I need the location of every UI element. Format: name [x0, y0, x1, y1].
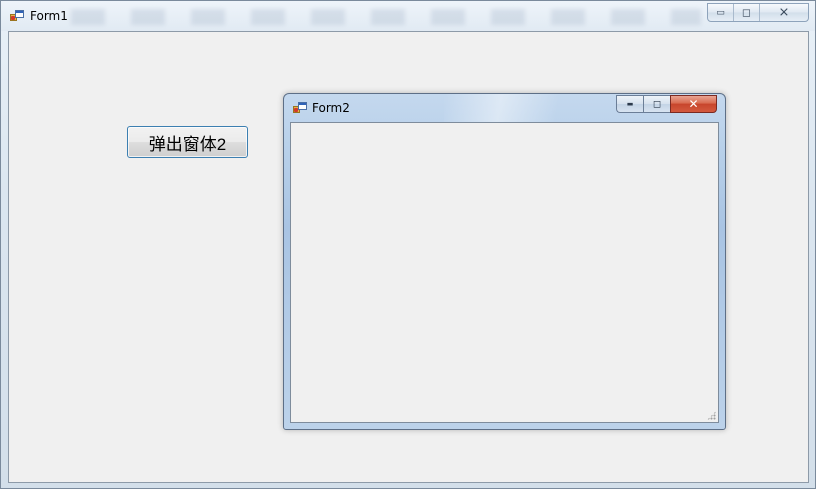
- form1-close-button[interactable]: ⨯: [760, 4, 808, 21]
- form1-minimize-button[interactable]: ▭: [708, 4, 734, 21]
- form1-window: Form1 ▭ ◻ ⨯ 弹出窗体2 Form2 ▬ ◻ ✕: [0, 0, 816, 489]
- form1-caption-buttons: ▭ ◻ ⨯: [707, 3, 809, 22]
- minimize-icon: ▭: [716, 7, 725, 18]
- restore-icon: ◻: [652, 98, 662, 110]
- open-form2-button[interactable]: 弹出窗体2: [127, 126, 248, 158]
- form2-close-button[interactable]: ✕: [670, 95, 717, 113]
- form2-minimize-button[interactable]: ▬: [616, 95, 643, 113]
- form2-client-area: [290, 122, 719, 423]
- form1-title-bar[interactable]: Form1 ▭ ◻ ⨯: [1, 1, 815, 31]
- form1-title: Form1: [30, 9, 68, 23]
- form2-caption-buttons: ▬ ◻ ✕: [616, 95, 717, 113]
- close-icon: ⨯: [778, 5, 790, 20]
- blurred-background-strip: [71, 9, 701, 25]
- resize-grip-icon[interactable]: [707, 411, 716, 420]
- form2-title: Form2: [312, 101, 350, 115]
- form2-maximize-button[interactable]: ◻: [643, 95, 670, 113]
- form-app-icon[interactable]: [10, 10, 24, 22]
- close-icon: ✕: [688, 97, 699, 111]
- form1-maximize-button[interactable]: ◻: [734, 4, 760, 21]
- restore-icon: ◻: [741, 6, 752, 19]
- form2-window: Form2 ▬ ◻ ✕: [283, 93, 726, 430]
- form-app-icon[interactable]: [293, 102, 307, 114]
- minimize-icon: ▬: [626, 100, 634, 108]
